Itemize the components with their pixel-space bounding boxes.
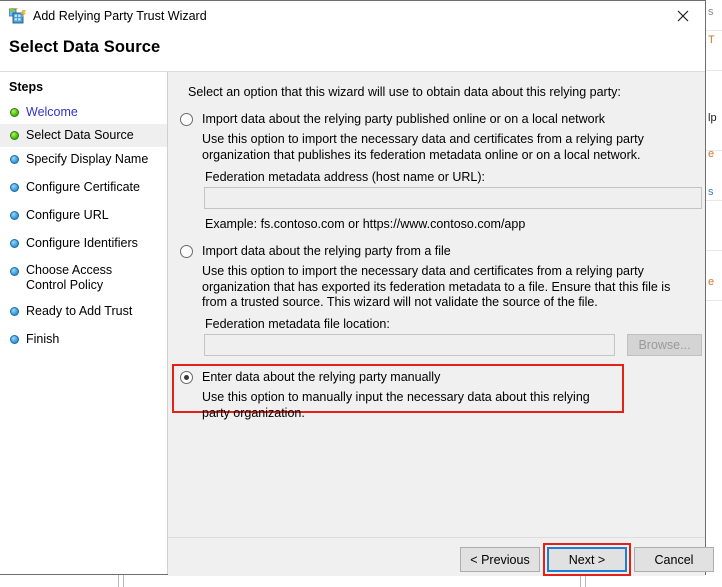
cancel-button[interactable]: Cancel [634, 547, 714, 572]
radio-enter-manually-label: Enter data about the relying party manua… [202, 370, 441, 384]
step-bullet-blue-icon [10, 211, 19, 220]
step-bullet-blue-icon [10, 307, 19, 316]
federation-metadata-address-example: Example: fs.contoso.com or https://www.c… [205, 217, 526, 231]
title-bar: Add Relying Party Trust Wizard [0, 1, 705, 31]
enter-manually-description: Use this option to manually input the ne… [202, 390, 590, 420]
previous-button[interactable]: < Previous [460, 547, 540, 572]
background-window-sliver: s T lp e s e [706, 0, 722, 587]
sidebar-item-label: Choose Access Control Policy [26, 263, 113, 292]
step-bullet-blue-icon [10, 239, 19, 248]
content-pane: Select an option that this wizard will u… [168, 72, 705, 537]
ghost-mark-1 [151, 51, 154, 61]
intro-text: Select an option that this wizard will u… [188, 85, 621, 99]
next-button-highlight [543, 543, 631, 576]
federation-metadata-address-input[interactable] [204, 187, 702, 209]
sidebar-item-configure-identifiers[interactable]: Configure Identifiers [0, 231, 167, 259]
sidebar-item-label: Finish [26, 332, 60, 346]
dialog-footer: < Previous Next > Cancel [168, 537, 714, 576]
step-bullet-green-icon [10, 108, 19, 117]
bg-fragment-3: e [708, 148, 715, 160]
sidebar-item-configure-certificate[interactable]: Configure Certificate [0, 175, 167, 203]
federation-metadata-address-label: Federation metadata address (host name o… [205, 170, 485, 184]
sidebar-item-select-data-source[interactable]: Select Data Source [0, 124, 167, 147]
step-bullet-green-icon [10, 131, 19, 140]
close-icon[interactable] [660, 1, 705, 30]
sidebar-item-label: Welcome [26, 105, 78, 119]
step-bullet-blue-icon [10, 335, 19, 344]
step-bullet-blue-icon [10, 267, 19, 276]
sidebar-item-welcome[interactable]: Welcome [0, 102, 167, 124]
screen: s T lp e s e Add Relying Party Trust Wiz… [0, 0, 722, 587]
sidebar-item-ready-to-add-trust[interactable]: Ready to Add Trust [0, 299, 167, 327]
header-band: Select Data Source [0, 31, 705, 72]
sidebar-item-label: Configure Certificate [26, 180, 140, 194]
federation-metadata-file-label: Federation metadata file location: [205, 317, 390, 331]
sidebar-item-configure-url[interactable]: Configure URL [0, 203, 167, 231]
federation-metadata-file-input[interactable] [204, 334, 615, 356]
window-title: Add Relying Party Trust Wizard [33, 9, 207, 23]
bg-fragment-1: T [708, 34, 715, 46]
page-title: Select Data Source [9, 38, 161, 56]
sidebar-item-label: Configure Identifiers [26, 236, 138, 250]
step-bullet-blue-icon [10, 155, 19, 164]
ghost-mark-3 [371, 51, 374, 61]
sidebar-item-label: Ready to Add Trust [26, 304, 133, 318]
sidebar-item-label: Configure URL [26, 208, 109, 222]
wizard-dialog: Add Relying Party Trust Wizard Select Da… [0, 0, 714, 576]
browse-button[interactable]: Browse... [627, 334, 702, 356]
sidebar-item-specify-display-name[interactable]: Specify Display Name [0, 147, 167, 175]
radio-enter-manually[interactable] [180, 371, 193, 384]
import-online-description: Use this option to import the necessary … [202, 132, 644, 162]
bg-fragment-4: s [708, 186, 714, 198]
steps-sidebar: Steps Welcome Select Data Source Specify… [0, 72, 168, 574]
bg-fragment-2: lp [708, 112, 717, 124]
steps-heading: Steps [9, 80, 44, 94]
sidebar-item-finish[interactable]: Finish [0, 327, 167, 355]
radio-import-online-label: Import data about the relying party publ… [202, 112, 606, 126]
adfs-wizard-icon [8, 7, 27, 25]
sidebar-item-choose-access-control-policy[interactable]: Choose Access Control Policy [0, 259, 167, 299]
import-file-description: Use this option to import the necessary … [202, 264, 671, 309]
step-bullet-blue-icon [10, 183, 19, 192]
radio-import-file-label: Import data about the relying party from… [202, 244, 451, 258]
sidebar-item-label: Specify Display Name [26, 152, 149, 166]
bg-fragment-0: s [708, 6, 714, 18]
radio-import-online[interactable] [180, 113, 193, 126]
ghost-mark-2 [261, 51, 264, 61]
bg-fragment-5: e [708, 276, 715, 288]
radio-import-file[interactable] [180, 245, 193, 258]
sidebar-item-label: Select Data Source [26, 128, 134, 142]
